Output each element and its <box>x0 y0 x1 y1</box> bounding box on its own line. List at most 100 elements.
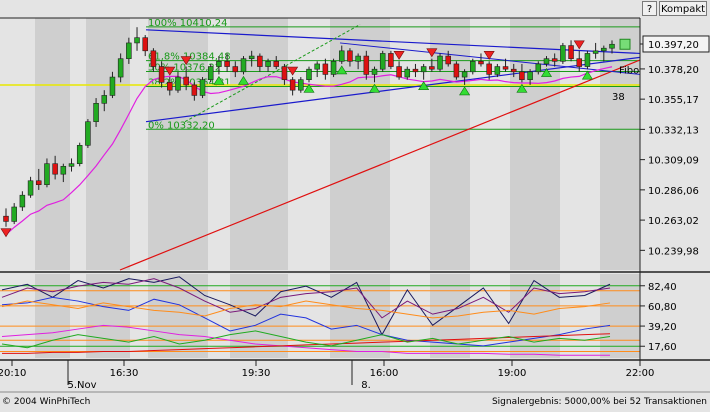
y-tick-label: 39,20 <box>648 322 677 333</box>
candle <box>355 55 361 62</box>
count-label: 38 <box>612 92 625 103</box>
last-price-marker <box>619 38 631 50</box>
fibo-label: Fibo <box>619 66 639 77</box>
candle <box>298 79 304 91</box>
candle <box>191 84 198 96</box>
x-tick-label: 20:10 <box>0 368 26 379</box>
x-tick-label: 22:00 <box>626 368 655 379</box>
candle <box>429 66 435 70</box>
candle <box>134 37 140 44</box>
session-band <box>600 274 640 358</box>
candle <box>117 58 124 78</box>
candle <box>27 180 34 196</box>
candle <box>396 66 402 78</box>
session-band <box>86 18 130 270</box>
candle <box>502 66 509 70</box>
session-band <box>35 18 70 270</box>
candle <box>363 55 370 75</box>
candle <box>167 82 173 91</box>
y-tick-label: 82,40 <box>648 282 677 293</box>
candle <box>314 63 320 70</box>
candle <box>437 55 443 70</box>
candle <box>560 45 566 62</box>
fibonacci-label: 100% 10410,24 <box>148 18 227 29</box>
candle <box>93 103 99 122</box>
y-tick-label: 10.332,13 <box>648 125 699 136</box>
candle <box>85 121 91 146</box>
candle <box>568 45 574 59</box>
candle <box>535 63 542 73</box>
candle <box>281 66 288 80</box>
candle <box>510 68 517 73</box>
candle <box>142 37 148 52</box>
candle <box>216 61 222 67</box>
y-tick-label: 10.239,98 <box>648 246 699 257</box>
x-tick-label: 19:00 <box>498 368 527 379</box>
chart-window: 100% 10410,24 61,8% 10384,48 50% 10376,22 3… <box>0 0 710 408</box>
candle <box>347 50 353 62</box>
candle <box>519 71 525 80</box>
y-tick-label: 10.355,17 <box>648 95 699 106</box>
candle <box>527 71 533 80</box>
candle <box>44 163 50 185</box>
x-date-label: 5.Nov <box>67 380 96 391</box>
y-tick-label: 10.378,20 <box>648 65 699 76</box>
candle <box>486 63 492 75</box>
candle <box>35 180 42 185</box>
y-tick-label: 60,80 <box>648 302 677 313</box>
help-button[interactable]: ? <box>642 1 657 16</box>
candle <box>158 66 165 83</box>
candle <box>207 66 214 80</box>
last-price-label: 10.397,20 <box>648 40 699 51</box>
x-tick-label: 19:30 <box>242 368 271 379</box>
candle <box>306 68 312 80</box>
x-date-label: 8. <box>361 380 371 391</box>
candle <box>371 68 378 75</box>
candle <box>109 76 116 96</box>
session-band <box>148 274 208 358</box>
x-tick-label: 16:30 <box>110 368 139 379</box>
candle <box>584 53 591 67</box>
candle <box>601 47 607 52</box>
fibonacci-label: 0% 10332,20 <box>148 120 215 131</box>
chart-canvas: 100% 10410,2461,8% 10384,4850% 10376,223… <box>0 0 710 408</box>
copyright-text: © 2004 WinPhiTech <box>2 397 90 407</box>
candle <box>445 55 451 65</box>
candle <box>76 145 83 164</box>
candle <box>224 61 230 67</box>
session-band <box>600 18 640 270</box>
candle <box>150 50 157 67</box>
y-tick-label: 17,60 <box>648 342 677 353</box>
candle <box>453 63 460 78</box>
candle <box>19 194 26 208</box>
session-band <box>35 274 70 358</box>
compact-button[interactable]: Kompakt <box>659 1 707 16</box>
session-band <box>430 274 470 358</box>
candle <box>478 61 484 65</box>
candle <box>322 63 329 75</box>
candle <box>183 76 189 86</box>
candle <box>420 66 427 73</box>
candle <box>379 53 386 70</box>
x-tick-label: 16:00 <box>370 368 399 379</box>
candle <box>609 43 615 49</box>
candle <box>265 61 271 67</box>
candle <box>551 58 558 62</box>
candle <box>576 58 583 67</box>
candle <box>232 66 239 73</box>
candle <box>240 58 247 73</box>
candle <box>175 76 181 91</box>
candle <box>543 58 550 65</box>
candle <box>68 163 75 167</box>
session-band <box>510 18 560 270</box>
y-tick-label: 10.286,06 <box>648 186 699 197</box>
candle <box>248 55 255 59</box>
candle <box>199 79 206 96</box>
signal-result-status: Signalergebnis: 5000,00% bei 52 Transakt… <box>492 397 707 407</box>
candle <box>3 215 9 222</box>
session-band <box>510 274 560 358</box>
candle <box>52 163 58 175</box>
candle <box>470 61 476 73</box>
candle <box>273 61 280 67</box>
candle <box>388 53 394 67</box>
